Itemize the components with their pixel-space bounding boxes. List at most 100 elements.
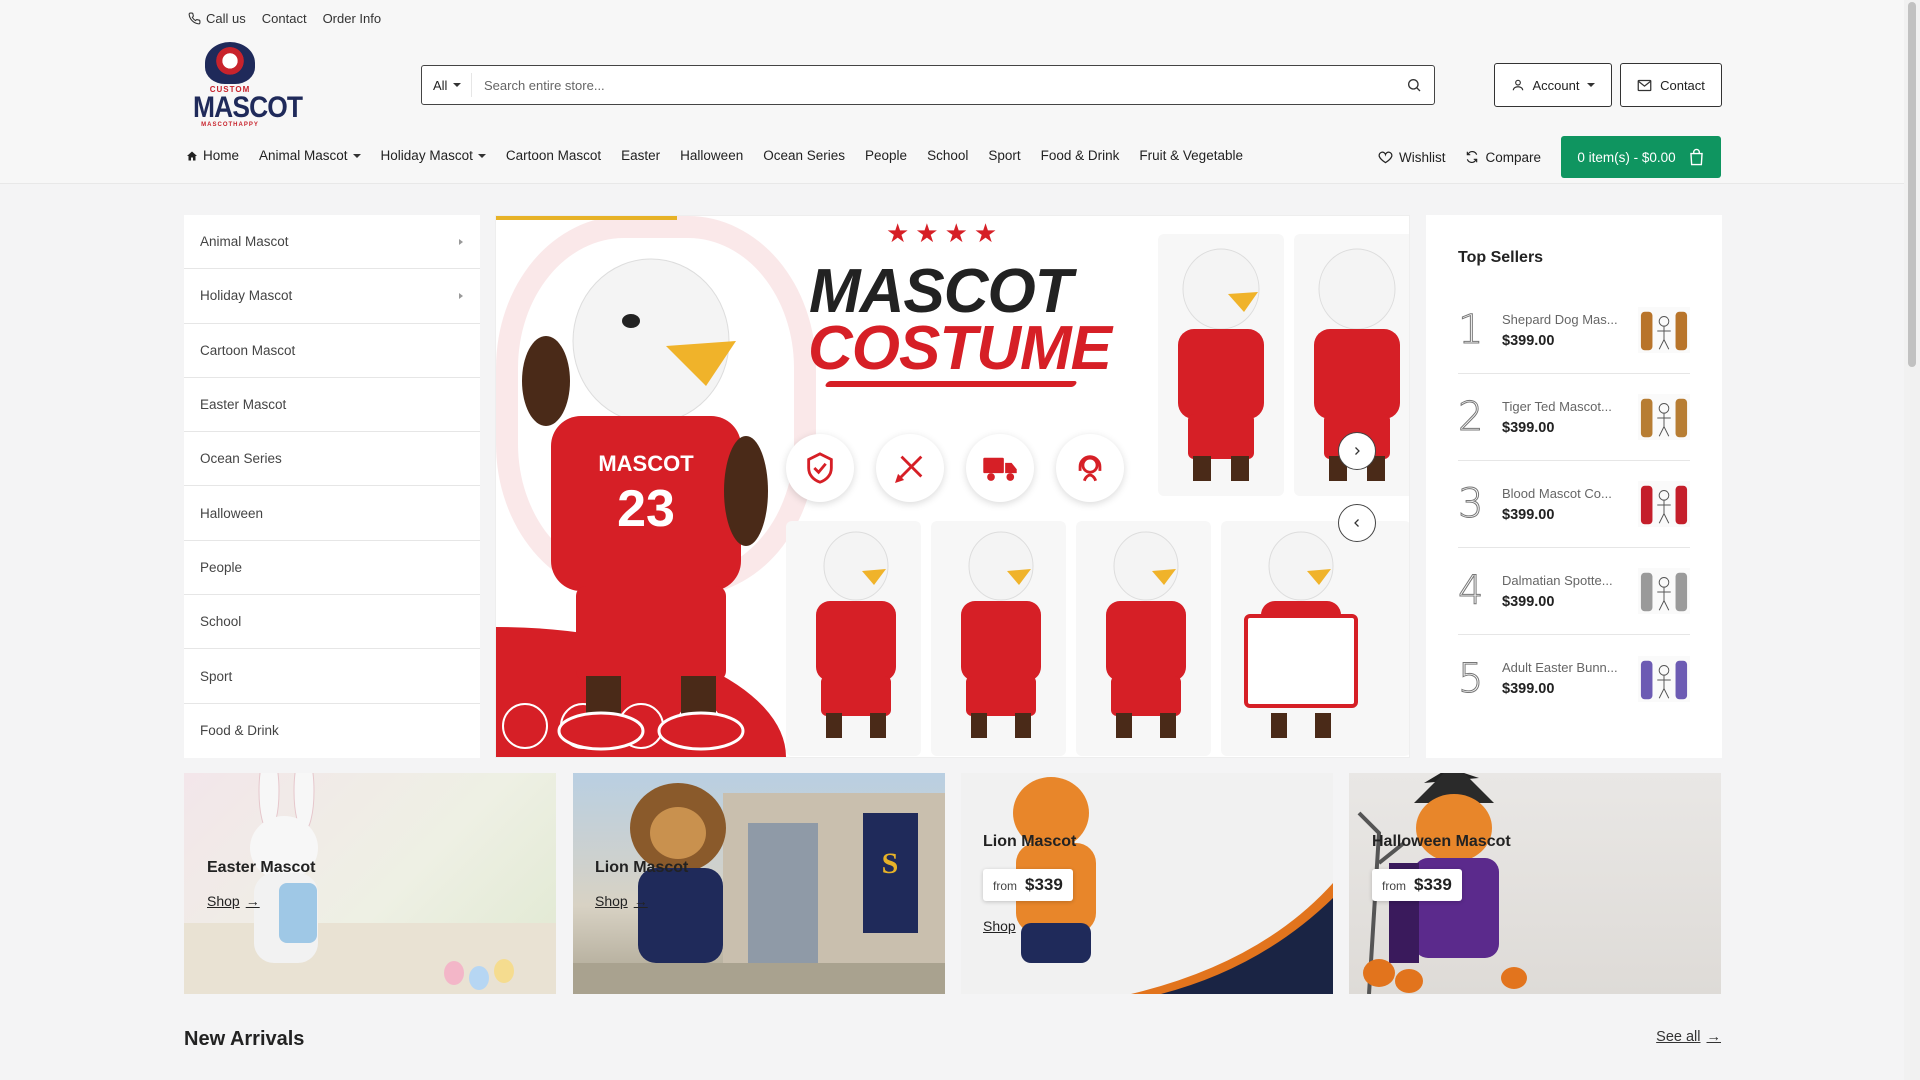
arrow-right-icon: → bbox=[245, 893, 260, 909]
seller-rank: 4 bbox=[1458, 568, 1484, 615]
seller-name[interactable]: Adult Easter Bunn... bbox=[1502, 660, 1638, 675]
category-food-drink[interactable]: Food & Drink bbox=[184, 704, 480, 758]
see-all-label: See all bbox=[1656, 1029, 1701, 1045]
category-sport[interactable]: Sport bbox=[184, 649, 480, 704]
seller-info: Tiger Ted Mascot... $399.00 bbox=[1502, 399, 1638, 436]
seller-rank: 5 bbox=[1458, 655, 1484, 702]
category-cartoon-mascot[interactable]: Cartoon Mascot bbox=[184, 324, 480, 378]
slider-next-button[interactable] bbox=[1338, 432, 1376, 470]
banner-shop-link[interactable]: Shop bbox=[983, 918, 1016, 934]
category-label: People bbox=[200, 559, 243, 575]
nav-holiday-mascot[interactable]: Holiday Mascot bbox=[381, 148, 486, 163]
nav-home-label: Home bbox=[203, 148, 240, 163]
user-icon bbox=[1511, 78, 1525, 92]
category-people[interactable]: People bbox=[184, 541, 480, 596]
nav-cartoon-mascot[interactable]: Cartoon Mascot bbox=[506, 148, 601, 163]
nav-sport[interactable]: Sport bbox=[988, 148, 1020, 163]
jersey-text: MASCOT bbox=[598, 451, 694, 476]
seller-name[interactable]: Shepard Dog Mas... bbox=[1502, 312, 1638, 327]
chevron-down-icon bbox=[453, 83, 462, 87]
banner-shop-label: Shop bbox=[207, 893, 240, 909]
category-holiday-mascot[interactable]: Holiday Mascot bbox=[184, 269, 480, 324]
page-scrollbar[interactable] bbox=[1904, 0, 1920, 1080]
seller-info: Dalmatian Spotte... $399.00 bbox=[1502, 573, 1638, 610]
arrow-right-icon: → bbox=[1706, 1029, 1722, 1045]
call-us-link[interactable]: Call us bbox=[188, 11, 246, 26]
nav-food-drink[interactable]: Food & Drink bbox=[1041, 148, 1120, 163]
compare-link[interactable]: Compare bbox=[1465, 150, 1541, 165]
nav-home[interactable]: Home bbox=[186, 148, 239, 163]
price-badge: from $339 bbox=[1372, 869, 1462, 901]
slider-prev-button[interactable] bbox=[1338, 504, 1376, 542]
category-easter-mascot[interactable]: Easter Mascot bbox=[184, 378, 480, 433]
banner-title: Halloween Mascot bbox=[1372, 833, 1511, 850]
nav-easter[interactable]: Easter bbox=[621, 148, 660, 163]
category-animal-mascot[interactable]: Animal Mascot bbox=[184, 215, 480, 270]
banner-halloween-mascot[interactable]: Halloween Mascot from $339 bbox=[1349, 773, 1721, 994]
topbar: Call us Contact Order Info bbox=[188, 11, 381, 26]
price-value: $339 bbox=[1414, 875, 1452, 894]
nav-people[interactable]: People bbox=[865, 148, 907, 163]
nav-halloween[interactable]: Halloween bbox=[680, 148, 743, 163]
banner-easter-mascot[interactable]: Easter Mascot Shop → bbox=[184, 773, 556, 994]
nav-ocean-series[interactable]: Ocean Series bbox=[763, 148, 845, 163]
nav-animal-mascot[interactable]: Animal Mascot bbox=[259, 148, 361, 163]
category-label: Halloween bbox=[200, 505, 264, 521]
category-halloween[interactable]: Halloween bbox=[184, 486, 480, 541]
category-label: Cartoon Mascot bbox=[200, 342, 296, 358]
delivery-truck-icon bbox=[966, 434, 1034, 502]
contact-button[interactable]: Contact bbox=[1620, 63, 1722, 107]
see-all-link[interactable]: See all → bbox=[1656, 1029, 1721, 1045]
search-input[interactable] bbox=[472, 66, 1394, 104]
account-button[interactable]: Account bbox=[1494, 63, 1612, 107]
seller-thumbnail[interactable] bbox=[1638, 394, 1690, 440]
shield-check-icon bbox=[786, 434, 854, 502]
seller-thumbnail[interactable] bbox=[1638, 307, 1690, 353]
site-header: Call us Contact Order Info CUSTOM MASCOT… bbox=[0, 0, 1920, 184]
nav-fruit-vegetable[interactable]: Fruit & Vegetable bbox=[1139, 148, 1243, 163]
hero-slider[interactable]: MASCOT 23 ★★★★ MASCOT COSTUME bbox=[495, 215, 1410, 758]
mail-icon bbox=[1637, 79, 1652, 92]
top-seller-item[interactable]: 4 Dalmatian Spotte... $399.00 bbox=[1458, 548, 1690, 635]
wishlist-link[interactable]: Wishlist bbox=[1378, 150, 1445, 165]
banner-shop-link[interactable]: Shop → bbox=[595, 893, 648, 909]
category-ocean-series[interactable]: Ocean Series bbox=[184, 432, 480, 487]
search-icon bbox=[1406, 77, 1422, 93]
order-info-link[interactable]: Order Info bbox=[323, 11, 382, 26]
site-logo[interactable]: CUSTOM MASCOT MASCOTHAPPY bbox=[188, 42, 303, 128]
top-seller-item[interactable]: 3 Blood Mascot Co... $399.00 bbox=[1458, 461, 1690, 548]
search-category-select[interactable]: All bbox=[422, 73, 472, 97]
nav-school[interactable]: School bbox=[927, 148, 968, 163]
main-nav: Home Animal Mascot Holiday Mascot Cartoo… bbox=[186, 148, 1263, 163]
compare-label: Compare bbox=[1485, 149, 1541, 165]
top-seller-item[interactable]: 1 Shepard Dog Mas... $399.00 bbox=[1458, 287, 1690, 374]
banner-shop-link[interactable]: Shop → bbox=[207, 893, 260, 909]
mascot-pose-2 bbox=[931, 521, 1066, 756]
eagle-logo-icon bbox=[205, 42, 255, 84]
seller-name[interactable]: Blood Mascot Co... bbox=[1502, 486, 1638, 501]
seller-thumbnail[interactable] bbox=[1638, 568, 1690, 614]
seller-name[interactable]: Dalmatian Spotte... bbox=[1502, 573, 1638, 588]
seller-info: Shepard Dog Mas... $399.00 bbox=[1502, 312, 1638, 349]
lion-mascot-image: S bbox=[573, 783, 945, 994]
seller-price: $399.00 bbox=[1502, 419, 1555, 436]
top-seller-item[interactable]: 2 Tiger Ted Mascot... $399.00 bbox=[1458, 374, 1690, 461]
contact-link[interactable]: Contact bbox=[262, 11, 307, 26]
contact-label: Contact bbox=[1660, 77, 1705, 93]
seller-thumbnail[interactable] bbox=[1638, 655, 1690, 702]
category-school[interactable]: School bbox=[184, 595, 480, 650]
top-seller-item[interactable]: 5 Adult Easter Bunn... $399.00 bbox=[1458, 635, 1690, 722]
seller-info: Blood Mascot Co... $399.00 bbox=[1502, 486, 1638, 523]
account-label: Account bbox=[1532, 77, 1580, 93]
scrollbar-thumb[interactable] bbox=[1908, 2, 1916, 367]
banner-tiger-mascot[interactable]: Lion Mascot from $339 Shop bbox=[961, 773, 1333, 994]
seller-name[interactable]: Tiger Ted Mascot... bbox=[1502, 399, 1638, 414]
category-label: Food & Drink bbox=[200, 723, 279, 739]
seller-price: $399.00 bbox=[1502, 506, 1555, 523]
cart-button[interactable]: 0 item(s) - $0.00 bbox=[1561, 136, 1721, 178]
seller-thumbnail[interactable] bbox=[1638, 481, 1690, 527]
search-button[interactable] bbox=[1394, 66, 1434, 104]
banner-lion-mascot[interactable]: S Lion Mascot Shop → bbox=[573, 773, 945, 994]
mascot-thumbnail-front bbox=[1158, 234, 1284, 496]
nav-actions: Wishlist Compare 0 item(s) - $0.00 bbox=[1378, 136, 1721, 178]
